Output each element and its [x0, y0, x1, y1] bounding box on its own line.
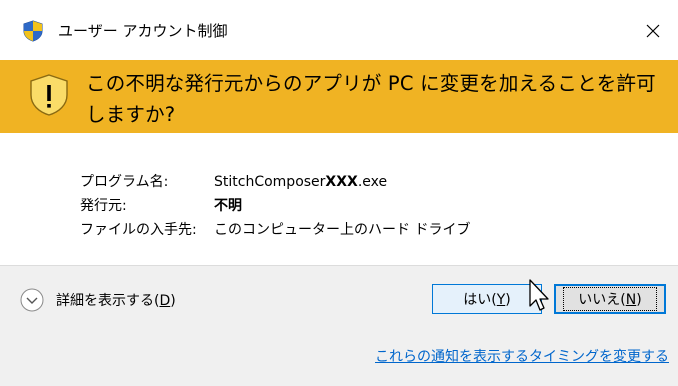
- yes-button[interactable]: はい(Y): [432, 284, 542, 314]
- show-details-label: 詳細を表示する(D): [56, 293, 176, 309]
- window-title: ユーザー アカウント制御: [58, 22, 228, 40]
- close-icon: [646, 24, 660, 38]
- uac-dialog: ユーザー アカウント制御 この不明な発行元からのアプリが PC に変更を加えるこ…: [0, 0, 678, 386]
- program-row: プログラム名: StitchComposerXXX.exe: [80, 170, 470, 194]
- title-bar: ユーザー アカウント制御: [0, 0, 678, 60]
- warning-banner: この不明な発行元からのアプリが PC に変更を加えることを許可しますか?: [0, 60, 678, 133]
- program-value: StitchComposerXXX.exe: [214, 174, 388, 190]
- origin-label: ファイルの入手先:: [80, 222, 197, 238]
- yes-button-label: はい(Y): [463, 292, 511, 308]
- uac-shield-icon: [23, 20, 43, 42]
- warning-message: この不明な発行元からのアプリが PC に変更を加えることを許可しますか?: [86, 72, 656, 126]
- no-button-label: いいえ(N): [563, 287, 657, 311]
- publisher-label: 発行元:: [80, 198, 127, 214]
- origin-row: ファイルの入手先: このコンピューター上のハード ドライブ: [80, 218, 470, 242]
- show-details-toggle[interactable]: 詳細を表示する(D): [20, 288, 176, 312]
- dialog-footer: 詳細を表示する(D) はい(Y) いいえ(N) これらの通知を表示するタイミング…: [0, 265, 678, 386]
- no-button[interactable]: いいえ(N): [554, 284, 666, 314]
- chevron-down-icon: [20, 288, 44, 312]
- origin-value: このコンピューター上のハード ドライブ: [214, 222, 471, 238]
- notification-settings-link[interactable]: これらの通知を表示するタイミングを変更する: [375, 346, 669, 366]
- mouse-cursor-icon: [529, 279, 549, 311]
- app-details: プログラム名: StitchComposerXXX.exe 発行元: 不明 ファ…: [80, 170, 470, 242]
- publisher-value: 不明: [214, 198, 242, 214]
- program-label: プログラム名:: [80, 174, 169, 190]
- warning-icon: [30, 74, 68, 116]
- close-button[interactable]: [636, 14, 670, 48]
- publisher-row: 発行元: 不明: [80, 194, 470, 218]
